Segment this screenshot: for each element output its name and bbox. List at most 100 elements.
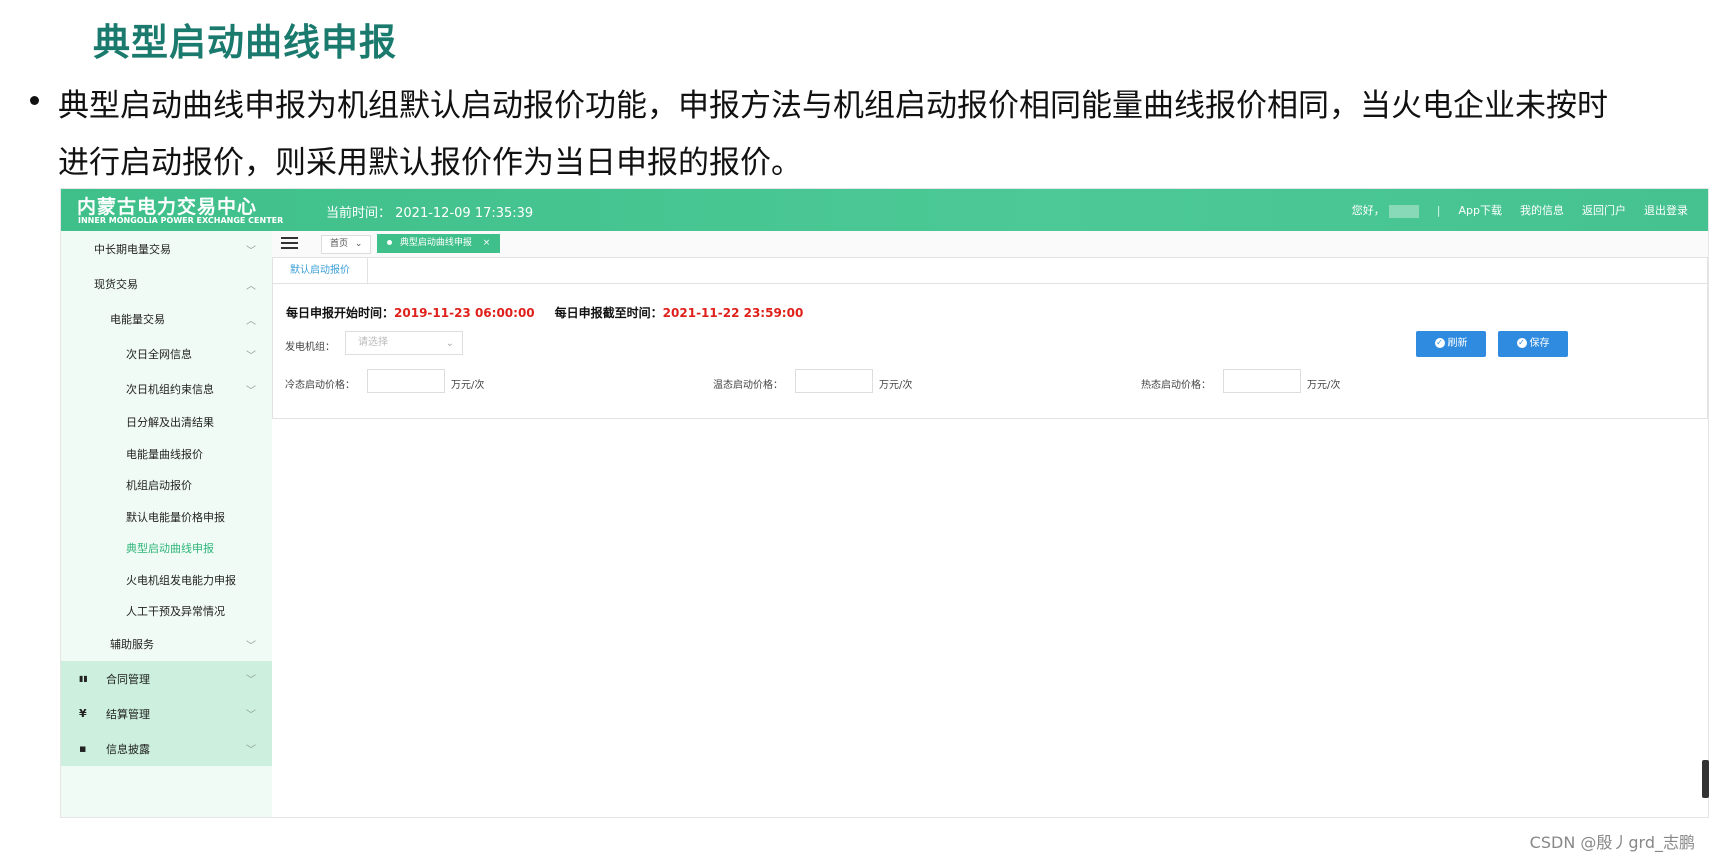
sidebar-item-ancillary-services[interactable]: 辅助服务 ﹀ [61, 630, 272, 658]
sidebar-item-daily-decomposition[interactable]: 日分解及出清结果 [61, 408, 272, 436]
logout-link[interactable]: 退出登录 [1644, 202, 1688, 218]
end-time-value: 2021-11-22 23:59:00 [662, 306, 804, 320]
logo-title: 内蒙古电力交易中心 [77, 196, 258, 218]
hot-start-price-input[interactable] [1223, 369, 1301, 393]
sidebar-item-label: 现货交易 [94, 278, 138, 291]
tab-home[interactable]: 首页 ⌄ [321, 235, 372, 254]
sidebar-item-label: 电能量曲线报价 [126, 448, 203, 461]
unit-select-placeholder: 请选择 [358, 337, 388, 348]
sidebar-item-label: 默认电能量价格申报 [126, 511, 225, 524]
cold-start-unit: 万元/次 [451, 380, 485, 391]
warm-start-unit: 万元/次 [879, 380, 913, 391]
logo-subtitle: INNER MONGOLIA POWER EXCHANGE CENTER [78, 216, 284, 225]
hot-start-unit: 万元/次 [1307, 380, 1341, 391]
sidebar: 中长期电量交易 ﹀ 现货交易 ︿ 电能量交易 ︿ 次日全网信息 ﹀ 次日机组约束… [61, 231, 272, 817]
main-content: 首页 ⌄ 典型启动曲线申报 × 默认启动报价 每日申报开始时间：2019-11-… [272, 231, 1708, 817]
unit-select[interactable]: 请选择 ⌄ [345, 331, 463, 355]
sidebar-item-energy-trading[interactable]: 电能量交易 ︿ [61, 305, 272, 333]
app-screenshot: 内蒙古电力交易中心 INNER MONGOLIA POWER EXCHANGE … [60, 188, 1709, 818]
bullet-text: 典型启动曲线申报为机组默认启动报价功能，申报方法与机组启动报价相同能量曲线报价相… [58, 88, 1608, 181]
sidebar-item-midlong-trading[interactable]: 中长期电量交易 ﹀ [61, 235, 272, 263]
subtab-default-startup-quote[interactable]: 默认启动报价 [273, 258, 368, 285]
sidebar-item-next-day-unit-constraints[interactable]: 次日机组约束信息 ﹀ [61, 375, 272, 403]
chevron-down-icon: ﹀ [246, 386, 256, 397]
chevron-down-icon: ﹀ [246, 675, 256, 686]
document-icon: ▪ [79, 742, 87, 755]
back-portal-link[interactable]: 返回门户 [1582, 202, 1626, 218]
sidebar-item-label: 中长期电量交易 [94, 243, 171, 256]
save-label: 保存 [1529, 338, 1550, 349]
declaration-window: 每日申报开始时间：2019-11-23 06:00:00 每日申报截至时间：202… [286, 304, 803, 321]
greeting-text: 您好， [1351, 204, 1385, 217]
scrollbar-thumb[interactable] [1702, 760, 1709, 798]
refresh-button[interactable]: ✓ 刷新 [1416, 331, 1486, 357]
sidebar-item-spot-trading[interactable]: 现货交易 ︿ [61, 270, 272, 298]
sidebar-item-contract-management[interactable]: ▮▮ 合同管理 ﹀ [61, 661, 272, 696]
top-nav: 您好， | App下载 我的信息 返回门户 退出登录 [1334, 202, 1688, 218]
username-redacted [1388, 204, 1419, 218]
form-panel: 默认启动报价 每日申报开始时间：2019-11-23 06:00:00 每日申报截… [272, 257, 1708, 419]
my-info-link[interactable]: 我的信息 [1520, 202, 1564, 218]
active-dot-icon [387, 240, 392, 245]
sidebar-item-energy-curve-quote[interactable]: 电能量曲线报价 [61, 440, 272, 468]
sidebar-item-label: 典型启动曲线申报 [126, 542, 214, 555]
greeting: 您好， [1352, 202, 1419, 218]
unit-label: 发电机组： [285, 342, 335, 353]
sidebar-item-next-day-grid-info[interactable]: 次日全网信息 ﹀ [61, 340, 272, 368]
close-icon[interactable]: × [483, 238, 491, 248]
chevron-up-icon: ︿ [246, 281, 256, 292]
sidebar-item-label: 人工干预及异常情况 [126, 605, 225, 618]
refresh-label: 刷新 [1447, 338, 1468, 349]
sidebar-item-settlement-management[interactable]: ¥ 结算管理 ﹀ [61, 696, 272, 731]
cold-start-price-input[interactable] [367, 369, 445, 393]
bullet-dot [30, 96, 39, 105]
sidebar-item-info-disclosure[interactable]: ▪ 信息披露 ﹀ [61, 731, 272, 766]
chevron-down-icon: ﹀ [246, 745, 256, 756]
chevron-down-icon: ﹀ [246, 710, 256, 721]
check-circle-icon: ✓ [1516, 338, 1527, 348]
chevron-down-icon: ﹀ [246, 246, 256, 257]
app-download-link[interactable]: App下载 [1459, 202, 1503, 218]
hot-start-label: 热态启动价格： [1141, 380, 1211, 391]
start-time-label: 每日申报开始时间： [286, 306, 395, 320]
sidebar-item-label: 合同管理 [106, 672, 150, 686]
sidebar-item-thermal-capacity[interactable]: 火电机组发电能力申报 [61, 566, 272, 594]
sidebar-item-label: 电能量交易 [110, 313, 165, 326]
sidebar-item-label: 辅助服务 [110, 638, 154, 651]
yen-icon: ¥ [79, 707, 87, 720]
chevron-down-icon: ⌄ [445, 338, 454, 349]
sidebar-item-manual-intervention[interactable]: 人工干预及异常情况 [61, 597, 272, 625]
save-button[interactable]: ✓ 保存 [1498, 331, 1568, 357]
subtab-divider [273, 283, 1707, 284]
sidebar-item-label: 结算管理 [106, 707, 150, 721]
tab-current-label: 典型启动曲线申报 [399, 238, 472, 248]
warm-start-label: 温态启动价格： [713, 380, 783, 391]
sidebar-item-label: 信息披露 [106, 742, 150, 756]
tab-home-label: 首页 [330, 239, 349, 249]
tab-bar: 首页 ⌄ 典型启动曲线申报 × [272, 231, 1708, 258]
sidebar-item-label: 火电机组发电能力申报 [126, 574, 236, 587]
menu-toggle-icon[interactable] [281, 237, 298, 252]
sidebar-item-label: 次日全网信息 [126, 348, 192, 361]
contract-icon: ▮▮ [79, 674, 88, 683]
current-time: 当前时间： 2021-12-09 17:35:39 [326, 206, 534, 221]
check-circle-icon: ✓ [1434, 338, 1445, 348]
chevron-down-icon: ﹀ [246, 351, 256, 362]
end-time-label: 每日申报截至时间： [554, 306, 663, 320]
sidebar-item-label: 日分解及出清结果 [126, 416, 214, 429]
sidebar-item-label: 机组启动报价 [126, 479, 192, 492]
start-time-value: 2019-11-23 06:00:00 [394, 306, 535, 320]
warm-start-price-input[interactable] [795, 369, 873, 393]
sidebar-item-label: 次日机组约束信息 [126, 383, 214, 396]
cold-start-label: 冷态启动价格： [285, 380, 355, 391]
nav-separator: | [1436, 203, 1441, 217]
sidebar-item-unit-startup-quote[interactable]: 机组启动报价 [61, 471, 272, 499]
sidebar-item-default-energy-price[interactable]: 默认电能量价格申报 [61, 503, 272, 531]
slide-title: 典型启动曲线申报 [93, 21, 397, 64]
tab-typical-startup-curve[interactable]: 典型启动曲线申报 × [377, 234, 501, 253]
chevron-down-icon: ⌄ [354, 239, 363, 249]
sidebar-item-typical-startup-curve[interactable]: 典型启动曲线申报 [61, 534, 272, 562]
chevron-down-icon: ﹀ [246, 641, 256, 652]
watermark: CSDN @殷丿grd_志鹏 [1529, 833, 1695, 852]
chevron-up-icon: ︿ [246, 316, 256, 327]
